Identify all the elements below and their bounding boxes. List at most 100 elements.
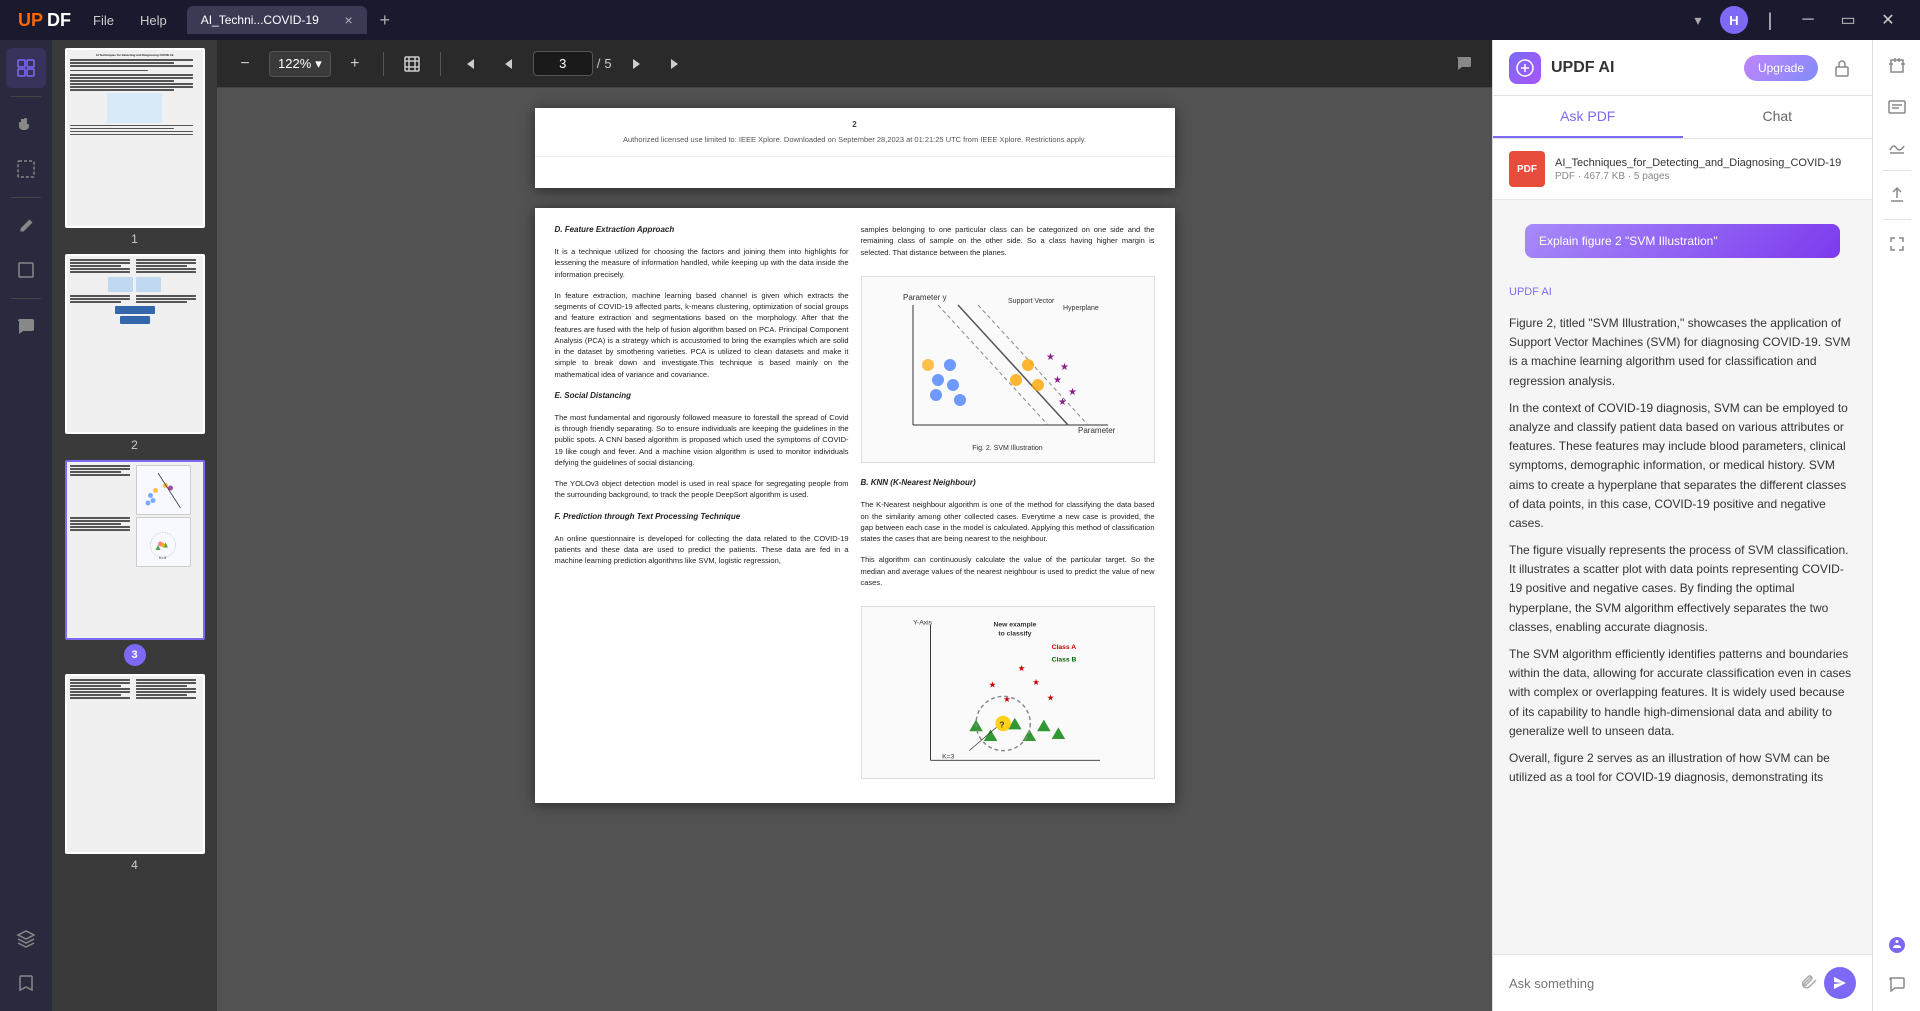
ai-chat-toggle-icon[interactable]: [1879, 927, 1915, 963]
hand-tool-icon[interactable]: [6, 105, 46, 145]
ai-file-meta: PDF · 467.7 KB · 5 pages: [1555, 171, 1856, 182]
bookmark-icon[interactable]: [6, 963, 46, 1003]
thumbnail-page-1[interactable]: AI Techniques for Detecting and Diagnosi…: [60, 48, 209, 246]
svg-text:★: ★: [1053, 375, 1062, 386]
chat-bubble-icon[interactable]: [1879, 967, 1915, 1003]
active-tab[interactable]: AI_Techni...COVID-19 ×: [187, 6, 367, 34]
page2-header-text: Authorized licensed use limited to: IEEE…: [555, 135, 1155, 144]
ai-message-content: Figure 2, titled "SVM Illustration," sho…: [1509, 314, 1856, 787]
svg-text:to classify: to classify: [998, 630, 1031, 637]
file-menu[interactable]: File: [81, 9, 126, 32]
ai-file-info: PDF AI_Techniques_for_Detecting_and_Diag…: [1493, 139, 1872, 200]
svg-text:★: ★: [1060, 362, 1069, 373]
page3-body: D. Feature Extraction Approach It is a t…: [535, 208, 1175, 803]
zoom-display[interactable]: 122% ▾: [269, 51, 331, 77]
thumbnail-page-4[interactable]: 4: [60, 674, 209, 872]
ai-messages: UPDF AI Figure 2, titled "SVM Illustrati…: [1493, 274, 1872, 954]
pdf-page-2-partial: 2 Authorized licensed use limited to: IE…: [535, 108, 1175, 188]
zoom-out-btn[interactable]: −: [229, 48, 261, 80]
knn-diagram-svg: Y-Axis New example to classify Class A C…: [908, 615, 1108, 770]
page3-right-col: samples belonging to one particular clas…: [861, 224, 1155, 787]
nav-next-btn[interactable]: [620, 48, 652, 80]
lock-icon[interactable]: [1828, 54, 1856, 82]
ai-panel: UPDF AI Upgrade Ask PDF Chat PDF AI_Tech…: [1492, 40, 1872, 1011]
ai-file-name: AI_Techniques_for_Detecting_and_Diagnosi…: [1555, 157, 1856, 169]
ai-attachment-icon[interactable]: [1800, 972, 1818, 995]
zoom-level: 122%: [278, 56, 311, 71]
left-sidebar: [0, 40, 52, 1011]
divider-3: [11, 298, 41, 299]
tab-close-btn[interactable]: ×: [345, 12, 353, 28]
thumb-img-2: [65, 254, 205, 434]
ai-send-button[interactable]: [1824, 967, 1856, 999]
ai-file-icon: PDF: [1509, 151, 1545, 187]
zoom-in-btn[interactable]: +: [339, 48, 371, 80]
page3-left-col: D. Feature Extraction Approach It is a t…: [555, 224, 849, 787]
pdf-toolbar: − 122% ▾ +: [217, 40, 1492, 88]
svg-text:★: ★: [1058, 397, 1067, 408]
minimize-btn[interactable]: ─: [1792, 6, 1824, 34]
thumbnail-page-3[interactable]: K=3 3: [60, 460, 209, 666]
svm-diagram-svg: Parameter y Parameter x: [898, 285, 1118, 440]
thumbnail-panel: AI Techniques for Detecting and Diagnosi…: [52, 40, 217, 1011]
ai-msg-4: The SVM algorithm efficiently identifies…: [1509, 645, 1856, 741]
fig2-caption: Fig. 2. SVM Illustration: [972, 444, 1042, 455]
section-e-title: E. Social Distancing: [555, 390, 849, 402]
section-e-para2: The YOLOv3 object detection model is use…: [555, 478, 849, 501]
nav-prev-btn[interactable]: [493, 48, 525, 80]
user-avatar[interactable]: H: [1720, 6, 1748, 34]
tab-chat[interactable]: Chat: [1683, 96, 1873, 138]
thumb-img-1: AI Techniques for Detecting and Diagnosi…: [65, 48, 205, 228]
page-number-input[interactable]: 3: [533, 51, 593, 76]
section-b-para1: The K-Nearest neighbour algorithm is one…: [861, 499, 1155, 544]
ocr-icon[interactable]: [1879, 88, 1915, 124]
main-layout: AI Techniques for Detecting and Diagnosi…: [0, 40, 1920, 1011]
ai-sender-label: UPDF AI: [1509, 286, 1856, 298]
close-btn[interactable]: ✕: [1872, 6, 1904, 34]
fit-page-btn[interactable]: [396, 48, 428, 80]
annotation-icon[interactable]: [6, 206, 46, 246]
svg-text:K=3: K=3: [942, 753, 954, 760]
svg-text:Parameter y: Parameter y: [903, 293, 947, 302]
suggest-area: Explain figure 2 "SVM Illustration": [1493, 212, 1872, 270]
thumb-label-4: 4: [131, 858, 138, 872]
divider-2: [11, 197, 41, 198]
nav-first-btn[interactable]: [453, 48, 485, 80]
comment-icon[interactable]: [6, 307, 46, 347]
thumb-label-1: 1: [131, 232, 138, 246]
nav-last-btn[interactable]: [660, 48, 692, 80]
suggest-button[interactable]: Explain figure 2 "SVM Illustration": [1525, 224, 1840, 258]
sign-icon[interactable]: [1879, 128, 1915, 164]
dropdown-btn[interactable]: ▾: [1684, 6, 1712, 34]
ai-title: UPDF AI: [1551, 59, 1614, 77]
share-icon[interactable]: [1879, 177, 1915, 213]
comment-tool-btn[interactable]: [1448, 48, 1480, 80]
compress-icon[interactable]: [1879, 226, 1915, 262]
page-navigation: 3 / 5: [533, 51, 612, 76]
svg-text:★: ★: [988, 680, 996, 690]
svg-text:Class A: Class A: [1051, 644, 1076, 651]
pages-icon[interactable]: [6, 48, 46, 88]
svg-text:★: ★: [1032, 677, 1040, 687]
page-total: 5: [604, 56, 611, 71]
section-b-para2: This algorithm can continuously calculat…: [861, 554, 1155, 588]
active-page-badge: 3: [124, 644, 146, 666]
app-logo: UPDF: [8, 10, 81, 31]
ai-search-input[interactable]: [1509, 976, 1792, 991]
ai-logo: [1509, 52, 1541, 84]
shapes-icon[interactable]: [6, 250, 46, 290]
thumbnail-page-2[interactable]: 2: [60, 254, 209, 452]
tab-ask-pdf[interactable]: Ask PDF: [1493, 96, 1683, 138]
pdf-content[interactable]: 2 Authorized licensed use limited to: IE…: [217, 88, 1492, 1011]
ai-msg-2: In the context of COVID-19 diagnosis, SV…: [1509, 399, 1856, 533]
convert-icon[interactable]: [1879, 48, 1915, 84]
layers-icon[interactable]: [6, 919, 46, 959]
select-icon[interactable]: [6, 149, 46, 189]
maximize-btn[interactable]: ▭: [1832, 6, 1864, 34]
upgrade-button[interactable]: Upgrade: [1744, 55, 1818, 81]
figure-knn: Y-Axis New example to classify Class A C…: [861, 606, 1155, 779]
help-menu[interactable]: Help: [128, 9, 179, 32]
zoom-dropdown-icon: ▾: [315, 56, 322, 72]
new-tab-btn[interactable]: +: [371, 6, 399, 34]
tab-area: AI_Techni...COVID-19 × +: [187, 6, 1684, 34]
